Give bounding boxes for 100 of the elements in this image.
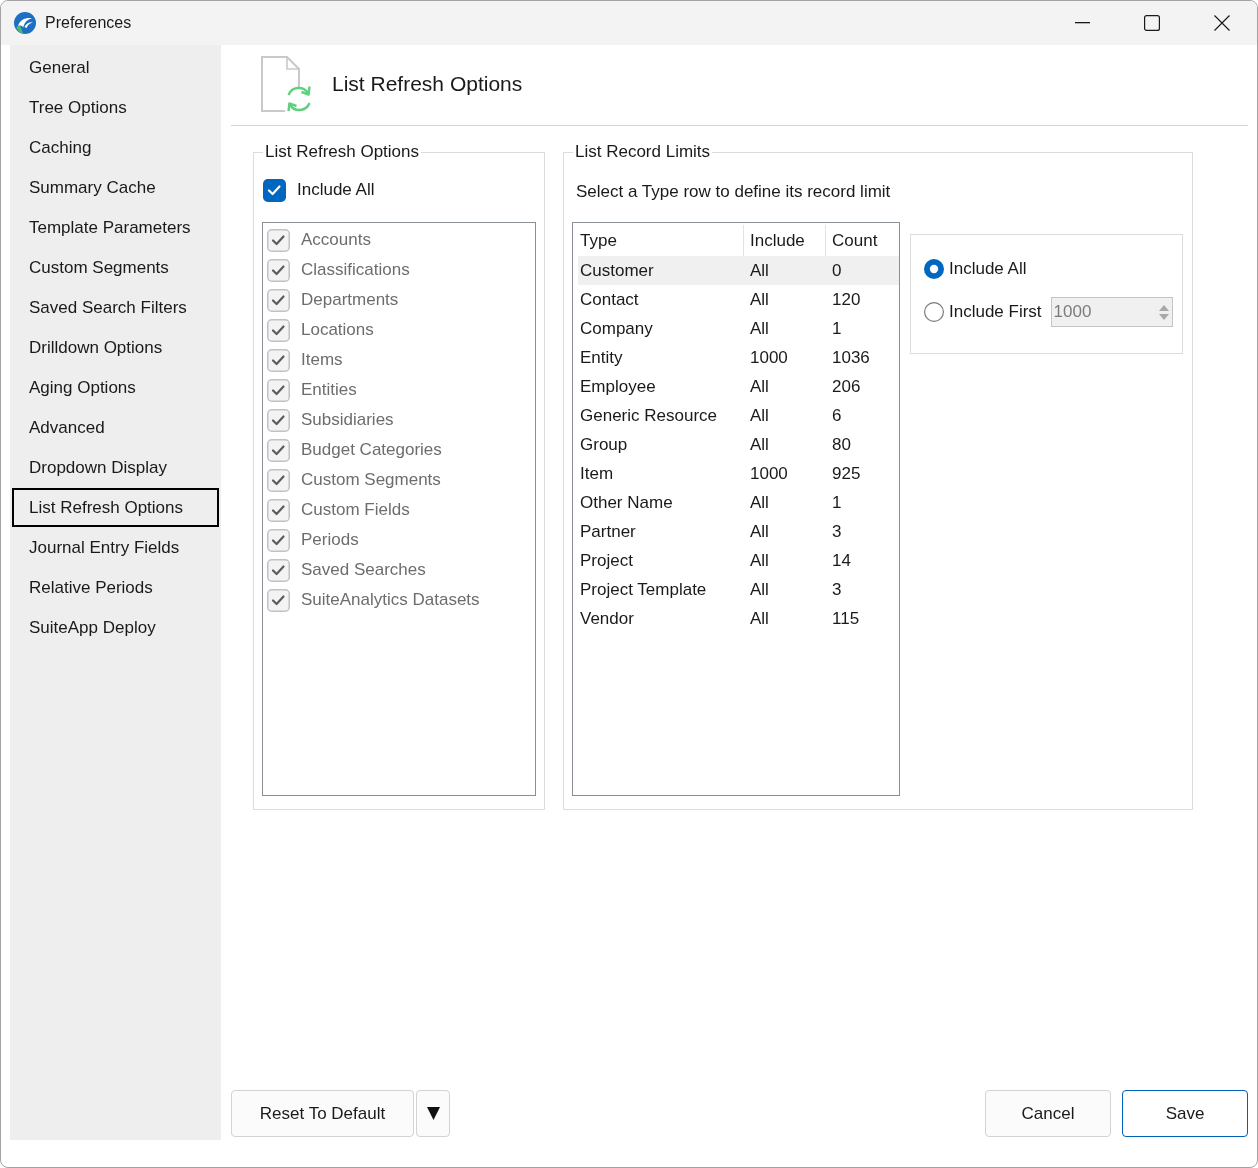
sidebar-item[interactable]: Aging Options	[12, 368, 219, 407]
checkbox-label: Budget Categories	[301, 440, 442, 460]
table-cell-text: Customer	[579, 259, 655, 282]
table-cell-text: 1000	[749, 462, 789, 485]
table-row[interactable]: Customer All 0	[578, 256, 899, 285]
window-title: Preferences	[45, 14, 132, 32]
table-cell-text: 0	[831, 259, 843, 282]
table-row[interactable]: Company All 1	[578, 314, 899, 343]
checkbox[interactable]	[263, 178, 286, 202]
table-cell-text: Employee	[579, 375, 657, 398]
radio-label: Include All	[949, 259, 1027, 279]
table-cell-text: Generic Resource	[579, 404, 718, 427]
table-cell-text: 925	[831, 462, 862, 485]
table-row[interactable]: Contact All 120	[578, 285, 899, 314]
checkbox-label: Include All	[297, 180, 375, 200]
radio-button[interactable]	[924, 302, 944, 322]
table-cell-text: All	[749, 375, 770, 398]
radio-label: Include First	[949, 302, 1042, 322]
sidebar-item[interactable]: Saved Search Filters	[12, 288, 219, 327]
table-cell-text: 14	[831, 549, 852, 572]
table-cell-text: Other Name	[579, 491, 674, 514]
table-cell-text: 206	[831, 375, 862, 398]
maximize-icon[interactable]	[1144, 15, 1160, 31]
sidebar-item[interactable]: Advanced	[12, 408, 219, 447]
checkbox-label: Saved Searches	[301, 560, 426, 580]
table-row[interactable]: Partner All 3	[578, 517, 899, 546]
checkbox-label: Custom Segments	[301, 470, 441, 490]
sidebar-item[interactable]: Dropdown Display	[12, 448, 219, 487]
checkbox-label: Subsidiaries	[301, 410, 394, 430]
table-cell-text: All	[749, 607, 770, 630]
table-row[interactable]: Project All 14	[578, 546, 899, 575]
table-cell-text: All	[749, 549, 770, 572]
table-row[interactable]: Vendor All 115	[578, 604, 899, 633]
checkbox-label: Items	[301, 350, 343, 370]
table-row[interactable]: Employee All 206	[578, 372, 899, 401]
table-cell-text: 1036	[831, 346, 871, 369]
table-cell-text: 80	[831, 433, 852, 456]
sidebar-item[interactable]: Custom Segments	[12, 248, 219, 287]
table-cell-text: Partner	[579, 520, 637, 543]
table-cell-text: Project Template	[579, 578, 708, 601]
table-cell-text: Entity	[579, 346, 624, 369]
sidebar-item[interactable]: Summary Cache	[12, 168, 219, 207]
table-cell-text: Item	[579, 462, 615, 485]
table-cell-text: All	[749, 520, 770, 543]
table-row[interactable]: Project Template All 3	[578, 575, 899, 604]
table-cell-text: 6	[831, 404, 843, 427]
column-header: Type	[579, 229, 618, 252]
checkbox-label: SuiteAnalytics Datasets	[301, 590, 480, 610]
table-cell-text: All	[749, 491, 770, 514]
sidebar-item[interactable]: Caching	[12, 128, 219, 167]
table-row[interactable]: Other Name All 1	[578, 488, 899, 517]
table-cell-text: 1000	[749, 346, 789, 369]
checkbox-label: Periods	[301, 530, 359, 550]
group-title: List Refresh Options	[264, 142, 420, 162]
sidebar-item[interactable]: SuiteApp Deploy	[12, 608, 219, 647]
sidebar-item[interactable]: Journal Entry Fields	[12, 528, 219, 567]
hint-text: Select a Type row to define its record limit	[575, 181, 892, 203]
minimize-icon[interactable]	[1074, 22, 1090, 24]
table-cell-text: Project	[579, 549, 634, 572]
sidebar-item[interactable]: General	[12, 48, 219, 87]
table-cell-text: Group	[579, 433, 629, 456]
checkbox-label: Departments	[301, 290, 399, 310]
table-cell-text: All	[749, 433, 770, 456]
table-cell-text: 3	[831, 578, 843, 601]
dropdown-button[interactable]	[416, 1090, 450, 1137]
table-cell-text: 120	[831, 288, 862, 311]
table-cell-text: 1	[831, 491, 843, 514]
sidebar-item[interactable]: Tree Options	[12, 88, 219, 127]
table-row[interactable]: Group All 80	[578, 430, 899, 459]
checkbox-label: Accounts	[301, 230, 371, 250]
table-row[interactable]: Entity 1000 1036	[578, 343, 899, 372]
checkbox-label: Classifications	[301, 260, 410, 280]
group-title: List Record Limits	[574, 142, 712, 162]
table-cell-text: Contact	[579, 288, 640, 311]
close-icon[interactable]	[1214, 15, 1230, 31]
table-cell-text: 1	[831, 317, 843, 340]
app-icon	[14, 12, 36, 34]
checkbox-label: Locations	[301, 320, 374, 340]
table-row[interactable]: Item 1000 925	[578, 459, 899, 488]
table-row[interactable]: Generic Resource All 6	[578, 401, 899, 430]
table-cell-text: All	[749, 288, 770, 311]
table-cell-text: 115	[831, 607, 861, 630]
button[interactable]: Reset To Default	[231, 1090, 414, 1137]
radio-button[interactable]	[924, 259, 944, 279]
table-cell-text: All	[749, 259, 770, 282]
table-cell-text: All	[749, 578, 770, 601]
checkbox-label: Entities	[301, 380, 357, 400]
sidebar-item[interactable]: Template Parameters	[12, 208, 219, 247]
table-cell-text: Company	[579, 317, 654, 340]
table-cell-text: All	[749, 317, 770, 340]
page-title: List Refresh Options	[332, 71, 523, 96]
button[interactable]: Save	[1122, 1090, 1248, 1137]
document-refresh-icon	[261, 55, 312, 112]
table-cell-text: Vendor	[579, 607, 635, 630]
caret-icon	[426, 1107, 440, 1120]
sidebar-item[interactable]: Relative Periods	[12, 568, 219, 607]
sidebar-item[interactable]: List Refresh Options	[12, 488, 219, 527]
table-cell-text: All	[749, 404, 770, 427]
button[interactable]: Cancel	[985, 1090, 1111, 1137]
sidebar-item[interactable]: Drilldown Options	[12, 328, 219, 367]
